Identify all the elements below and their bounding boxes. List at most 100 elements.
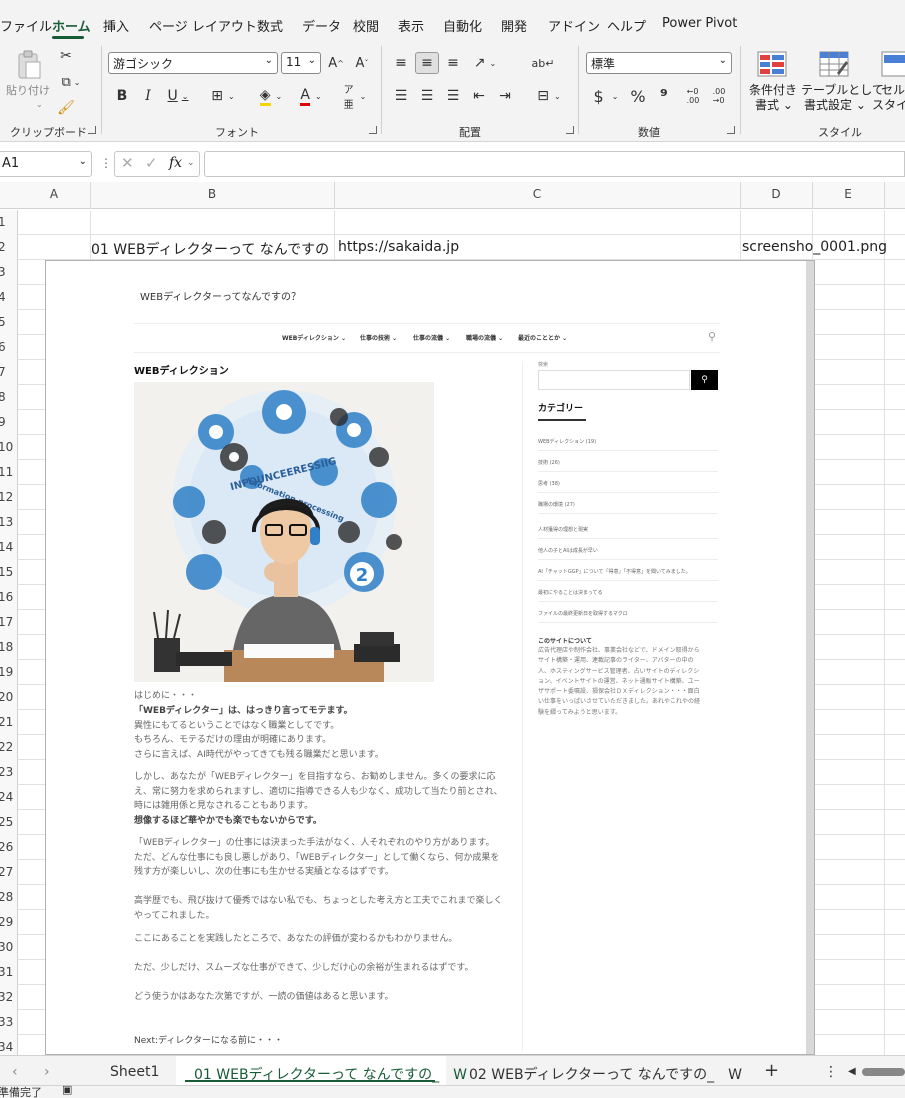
number-format-select[interactable]: 標準 ⌄ xyxy=(586,52,732,74)
row-header[interactable]: 33 xyxy=(0,1015,13,1029)
cell-styles-icon[interactable] xyxy=(880,50,905,78)
row-header[interactable]: 9 xyxy=(0,415,10,429)
row-header[interactable]: 16 xyxy=(0,590,13,604)
row-header[interactable]: 5 xyxy=(0,315,10,329)
increase-font-icon[interactable]: A ^ xyxy=(326,52,346,74)
align-right-icon[interactable]: ☰ xyxy=(443,86,463,106)
column-header-a[interactable]: A xyxy=(18,187,90,201)
row-header[interactable]: 1 xyxy=(0,215,10,229)
insert-function-button[interactable]: fx xyxy=(169,155,182,171)
format-as-table-icon[interactable] xyxy=(818,50,850,78)
wrap-text-icon[interactable]: ab↵ xyxy=(532,52,555,74)
tab-developer[interactable]: 開発 xyxy=(501,16,527,35)
font-size-select[interactable]: 11 ⌄ xyxy=(281,52,321,74)
scroll-left-icon[interactable]: ◀ xyxy=(848,1066,856,1077)
row-header[interactable]: 15 xyxy=(0,565,13,579)
paste-label[interactable]: 貼り付け xyxy=(6,82,50,98)
tab-file[interactable]: ファイル xyxy=(0,16,52,35)
row-header[interactable]: 22 xyxy=(0,740,13,754)
row-header[interactable]: 12 xyxy=(0,490,13,504)
row-header[interactable]: 29 xyxy=(0,915,13,929)
tab-view[interactable]: 表示 xyxy=(398,16,424,35)
percent-icon[interactable]: % xyxy=(628,86,648,106)
column-header-b[interactable]: B xyxy=(90,187,334,201)
row-header[interactable]: 27 xyxy=(0,865,13,879)
cell-d2[interactable]: screensho_0001.png xyxy=(742,239,887,255)
row-header[interactable]: 24 xyxy=(0,790,13,804)
decrease-decimal-icon[interactable]: .00 →0 xyxy=(708,86,730,106)
tab-data[interactable]: データ xyxy=(302,16,341,35)
comma-icon[interactable]: ⁹ xyxy=(655,86,673,107)
name-box[interactable]: A1 ⌄ xyxy=(0,151,92,177)
paste-dropdown-icon[interactable]: ⌄ xyxy=(36,100,43,109)
paste-icon[interactable] xyxy=(12,48,46,82)
align-middle-icon[interactable]: ≡ xyxy=(415,52,439,74)
add-sheet-button[interactable]: + xyxy=(764,1060,779,1081)
column-header-e[interactable]: E xyxy=(812,187,884,201)
tab-insert[interactable]: 挿入 xyxy=(103,16,129,35)
row-header[interactable]: 32 xyxy=(0,990,13,1004)
alignment-launcher-icon[interactable] xyxy=(566,126,574,134)
row-header[interactable]: 13 xyxy=(0,515,13,529)
row-header[interactable]: 14 xyxy=(0,540,13,554)
row-header[interactable]: 19 xyxy=(0,665,13,679)
row-header[interactable]: 18 xyxy=(0,640,13,654)
row-header[interactable]: 3 xyxy=(0,265,10,279)
tab-home[interactable]: ホーム xyxy=(52,16,91,35)
row-header[interactable]: 30 xyxy=(0,940,13,954)
decrease-font-icon[interactable]: Aˇ xyxy=(352,52,372,74)
prev-sheet-icon[interactable]: ‹ xyxy=(12,1064,18,1080)
phonetic-icon[interactable]: ア亜 ⌄ xyxy=(338,84,372,111)
cell-styles-label2[interactable]: スタイル xyxy=(872,96,905,113)
column-header-d[interactable]: D xyxy=(740,187,812,201)
increase-indent-icon[interactable]: ⇥ xyxy=(495,86,515,106)
number-launcher-icon[interactable] xyxy=(727,126,735,134)
enter-icon[interactable]: ✓ xyxy=(145,154,158,172)
formula-input[interactable] xyxy=(204,151,905,177)
clipboard-launcher-icon[interactable] xyxy=(88,126,96,134)
merge-center-icon[interactable]: ⊟ ⌄ xyxy=(532,86,566,106)
sheet-tab-sheet1[interactable]: Sheet1 xyxy=(110,1064,159,1080)
orientation-icon[interactable]: ↗ ⌄ xyxy=(468,52,502,74)
align-center-icon[interactable]: ☰ xyxy=(417,86,437,106)
cancel-icon[interactable]: ✕ xyxy=(121,154,134,172)
row-header[interactable]: 6 xyxy=(0,340,10,354)
embedded-screenshot-image[interactable]: WEBディレクターってなんですの？ WEBディレクション ⌄ 仕事の技術 ⌄ 仕… xyxy=(45,260,815,1055)
row-header[interactable]: 8 xyxy=(0,390,10,404)
cell-c2[interactable]: https://sakaida.jp xyxy=(338,239,459,255)
currency-icon[interactable]: $ ⌄ xyxy=(589,86,623,106)
row-header[interactable]: 2 xyxy=(0,240,10,254)
row-header[interactable]: 23 xyxy=(0,765,13,779)
row-header[interactable]: 20 xyxy=(0,690,13,704)
horizontal-scrollbar[interactable] xyxy=(862,1068,905,1076)
align-left-icon[interactable]: ☰ xyxy=(391,86,411,106)
row-header[interactable]: 11 xyxy=(0,465,13,479)
row-header[interactable]: 17 xyxy=(0,615,13,629)
fill-color-icon[interactable]: ◈ ⌄ xyxy=(254,86,288,106)
tab-power-pivot[interactable]: Power Pivot xyxy=(662,16,737,31)
row-header[interactable]: 21 xyxy=(0,715,13,729)
format-as-table-label2[interactable]: 書式設定 ⌄ xyxy=(804,96,866,113)
align-top-icon[interactable]: ≡ xyxy=(391,53,411,73)
bold-icon[interactable]: B xyxy=(113,86,131,106)
row-header[interactable]: 31 xyxy=(0,965,13,979)
column-header-c[interactable]: C xyxy=(334,187,740,201)
more-options-icon[interactable]: ⋮ xyxy=(100,156,112,170)
tab-page-layout[interactable]: ページ レイアウト xyxy=(149,16,257,35)
italic-icon[interactable]: I xyxy=(139,86,157,106)
name-box-dropdown-icon[interactable]: ⌄ xyxy=(79,156,87,167)
tab-review[interactable]: 校閲 xyxy=(353,16,379,35)
cut-icon[interactable]: ✂ xyxy=(56,46,76,66)
row-header[interactable]: 28 xyxy=(0,890,13,904)
tab-automate[interactable]: 自動化 xyxy=(443,16,482,35)
row-header[interactable]: 7 xyxy=(0,365,10,379)
underline-icon[interactable]: U ⌄ xyxy=(164,86,192,106)
tab-formulas[interactable]: 数式 xyxy=(257,16,283,35)
conditional-formatting-icon[interactable] xyxy=(756,50,788,78)
cell-b2[interactable]: 01 WEBディレクターって なんですの xyxy=(91,239,329,259)
decrease-indent-icon[interactable]: ⇤ xyxy=(469,86,489,106)
row-header[interactable]: 26 xyxy=(0,840,13,854)
sheet-options-icon[interactable]: ⋮ xyxy=(824,1064,838,1080)
tab-help[interactable]: ヘルプ xyxy=(607,16,646,35)
borders-icon[interactable]: ⊞ ⌄ xyxy=(206,86,240,106)
